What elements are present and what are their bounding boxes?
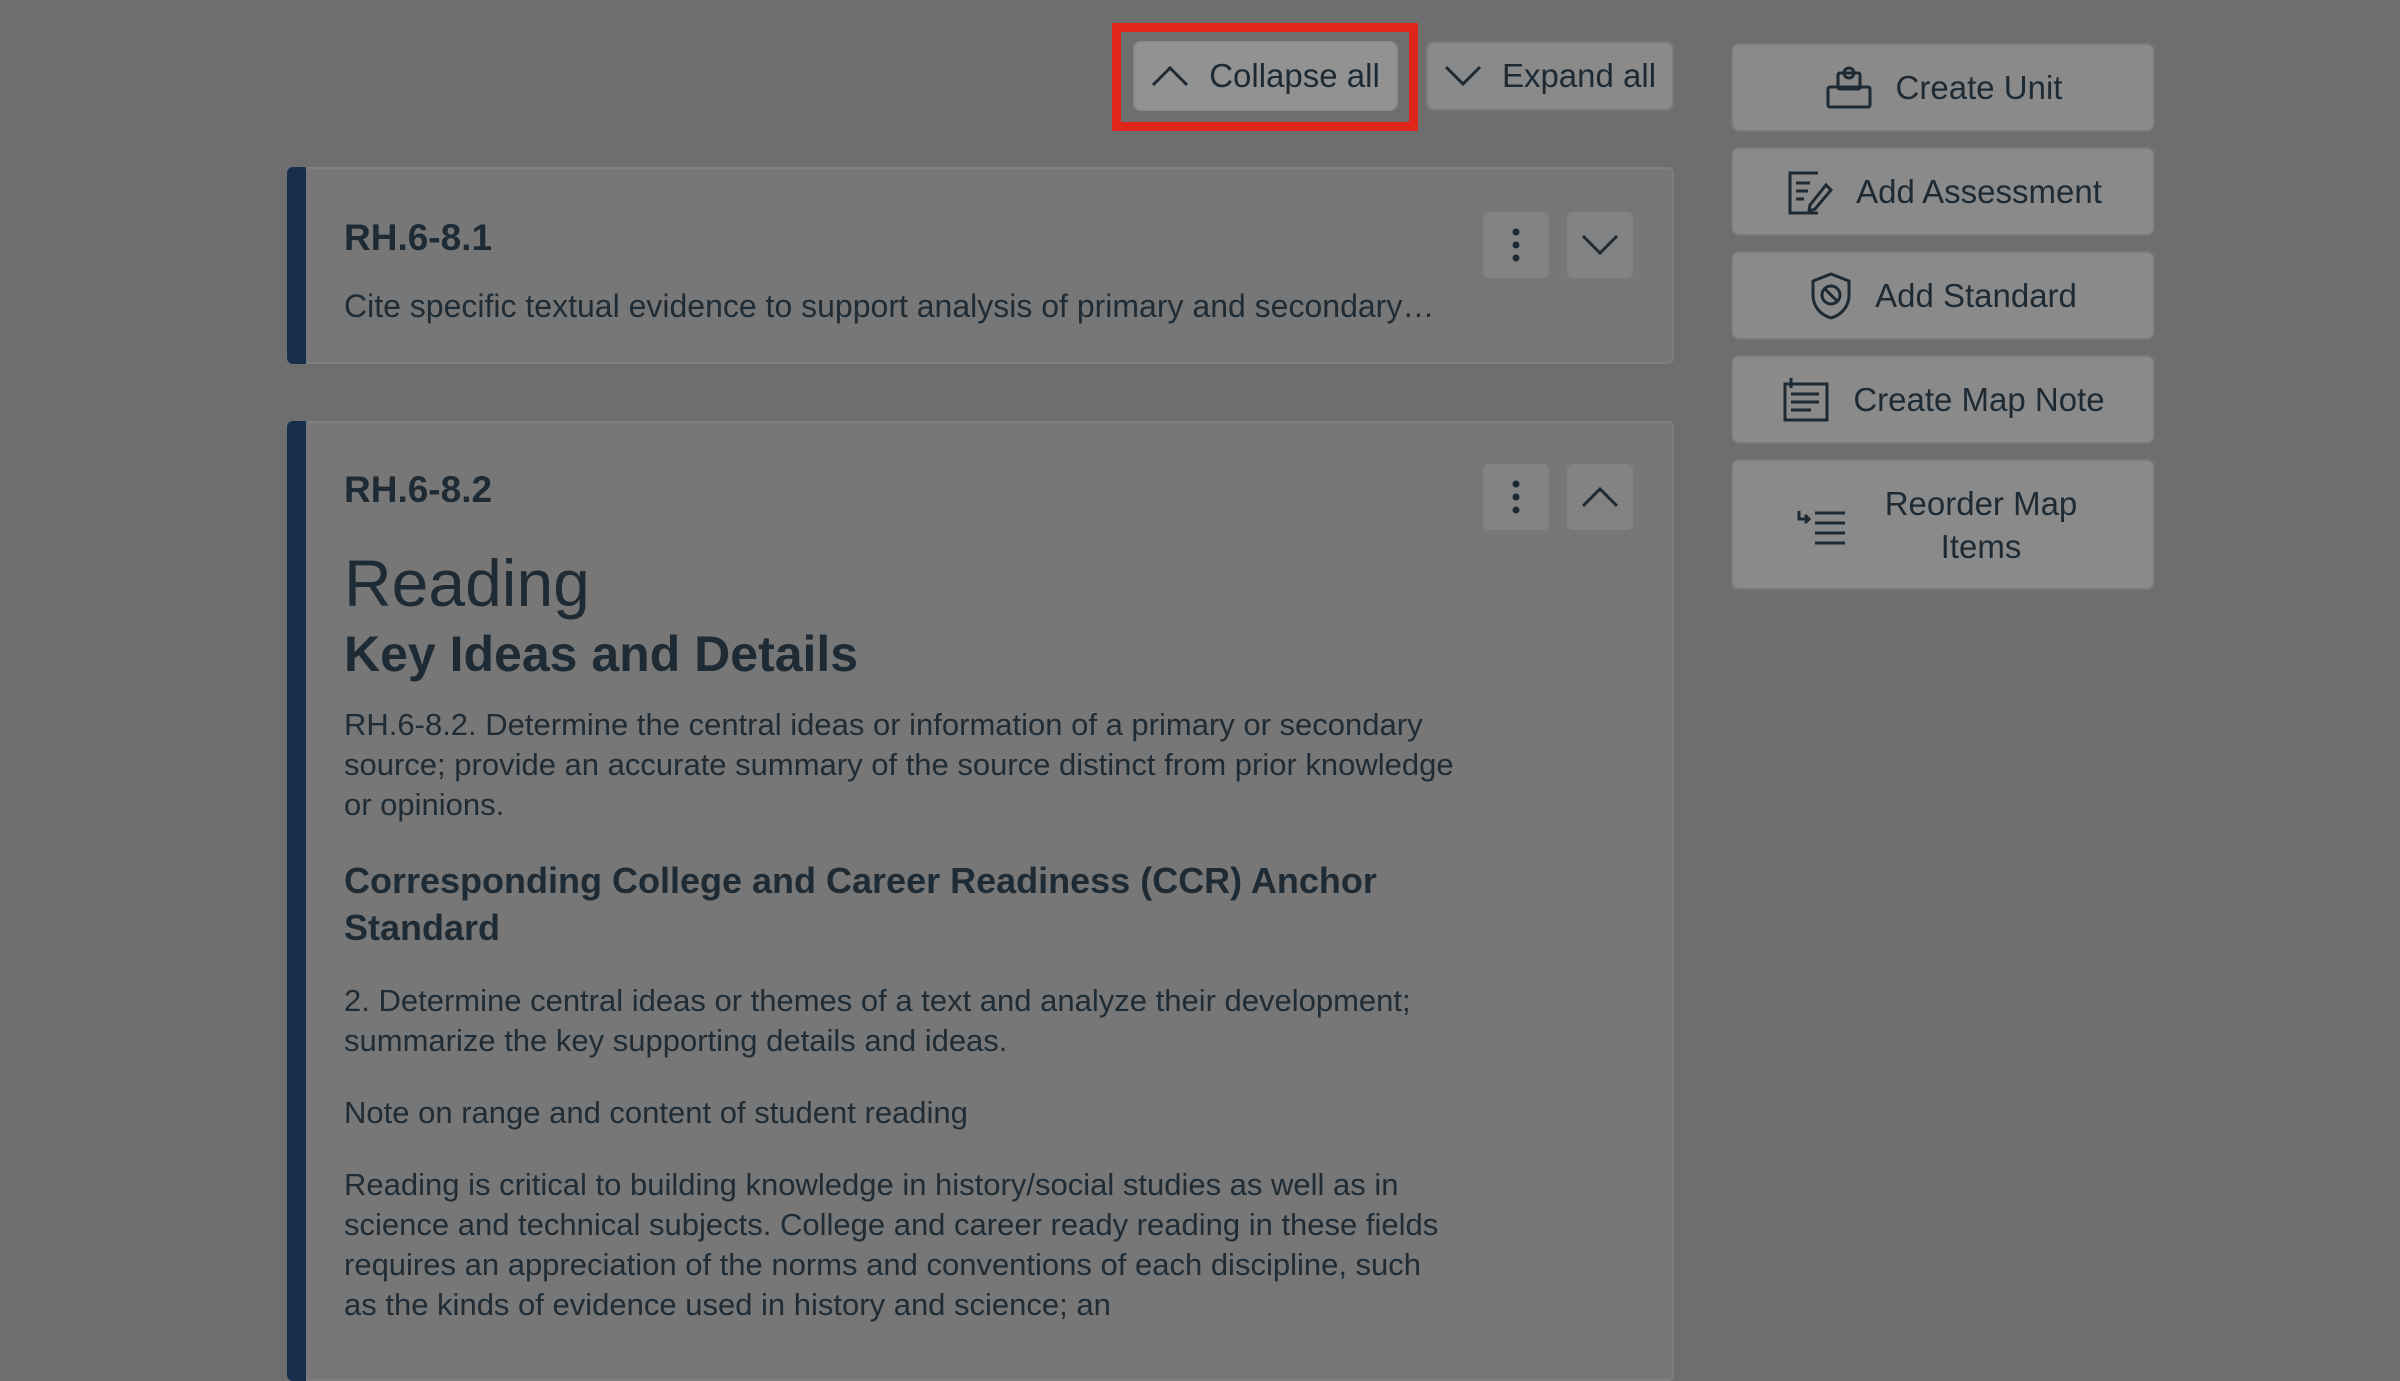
add-assessment-button[interactable]: Add Assessment — [1731, 147, 2155, 236]
collapse-all-label: Collapse all — [1209, 57, 1380, 94]
map-note-icon — [1783, 377, 1829, 421]
collapse-card-button[interactable] — [1567, 464, 1633, 530]
create-map-note-label: Create Map Note — [1853, 380, 2105, 418]
reorder-map-items-label: Reorder Map Items — [1871, 482, 2091, 568]
create-map-note-button[interactable]: Create Map Note — [1731, 355, 2155, 444]
add-assessment-label: Add Assessment — [1856, 172, 2102, 210]
expand-card-button[interactable] — [1567, 212, 1633, 278]
standard-summary: Cite specific textual evidence to suppor… — [344, 288, 1435, 324]
add-standard-button[interactable]: Add Standard — [1731, 251, 2155, 340]
chevron-down-icon — [1581, 234, 1619, 256]
cluster-heading: Key Ideas and Details — [344, 626, 859, 682]
card-menu-button[interactable] — [1483, 212, 1549, 278]
create-unit-button[interactable]: Create Unit — [1731, 43, 2155, 132]
expand-all-button[interactable]: Expand all — [1426, 41, 1674, 111]
collapse-all-button[interactable]: Collapse all — [1133, 41, 1398, 111]
card-menu-button[interactable] — [1483, 464, 1549, 530]
standard-code: RH.6-8.2 — [344, 469, 493, 510]
chevron-down-icon — [1444, 65, 1481, 87]
create-unit-label: Create Unit — [1895, 68, 2063, 106]
kebab-menu-icon — [1512, 228, 1520, 262]
add-standard-label: Add Standard — [1875, 276, 2077, 314]
strand-heading: Reading — [344, 546, 590, 620]
standard-details: Reading Key Ideas and Details RH.6-8.2. … — [344, 543, 1544, 1357]
unit-icon — [1826, 66, 1872, 108]
note-heading: Note on range and content of student rea… — [344, 1095, 968, 1130]
kebab-menu-icon — [1512, 480, 1520, 514]
standard-card-collapsed: RH.6-8.1 Cite specific textual evidence … — [287, 167, 1674, 364]
ccr-text: 2. Determine central ideas or themes of … — [344, 983, 1411, 1058]
reorder-map-items-button[interactable]: Reorder Map Items — [1731, 459, 2155, 590]
chevron-up-icon — [1152, 65, 1189, 87]
chevron-up-icon — [1581, 486, 1619, 508]
standard-card-expanded: RH.6-8.2 Reading Key Ideas and Details R… — [287, 421, 1674, 1381]
expand-all-label: Expand all — [1501, 57, 1657, 94]
assessment-icon — [1788, 171, 1834, 214]
card-accent-bar — [287, 167, 306, 364]
standard-icon — [1811, 271, 1851, 320]
reorder-icon — [1797, 510, 1845, 544]
note-text: Reading is critical to building knowledg… — [344, 1167, 1439, 1322]
standard-code: RH.6-8.1 — [344, 217, 493, 258]
reorder-label-line2: Items — [1940, 527, 2022, 565]
card-accent-bar — [287, 421, 306, 1381]
ccr-heading: Corresponding College and Career Readine… — [344, 860, 1377, 948]
reorder-label-line1: Reorder Map — [1884, 484, 2078, 522]
standard-text: RH.6-8.2. Determine the central ideas or… — [344, 707, 1454, 822]
